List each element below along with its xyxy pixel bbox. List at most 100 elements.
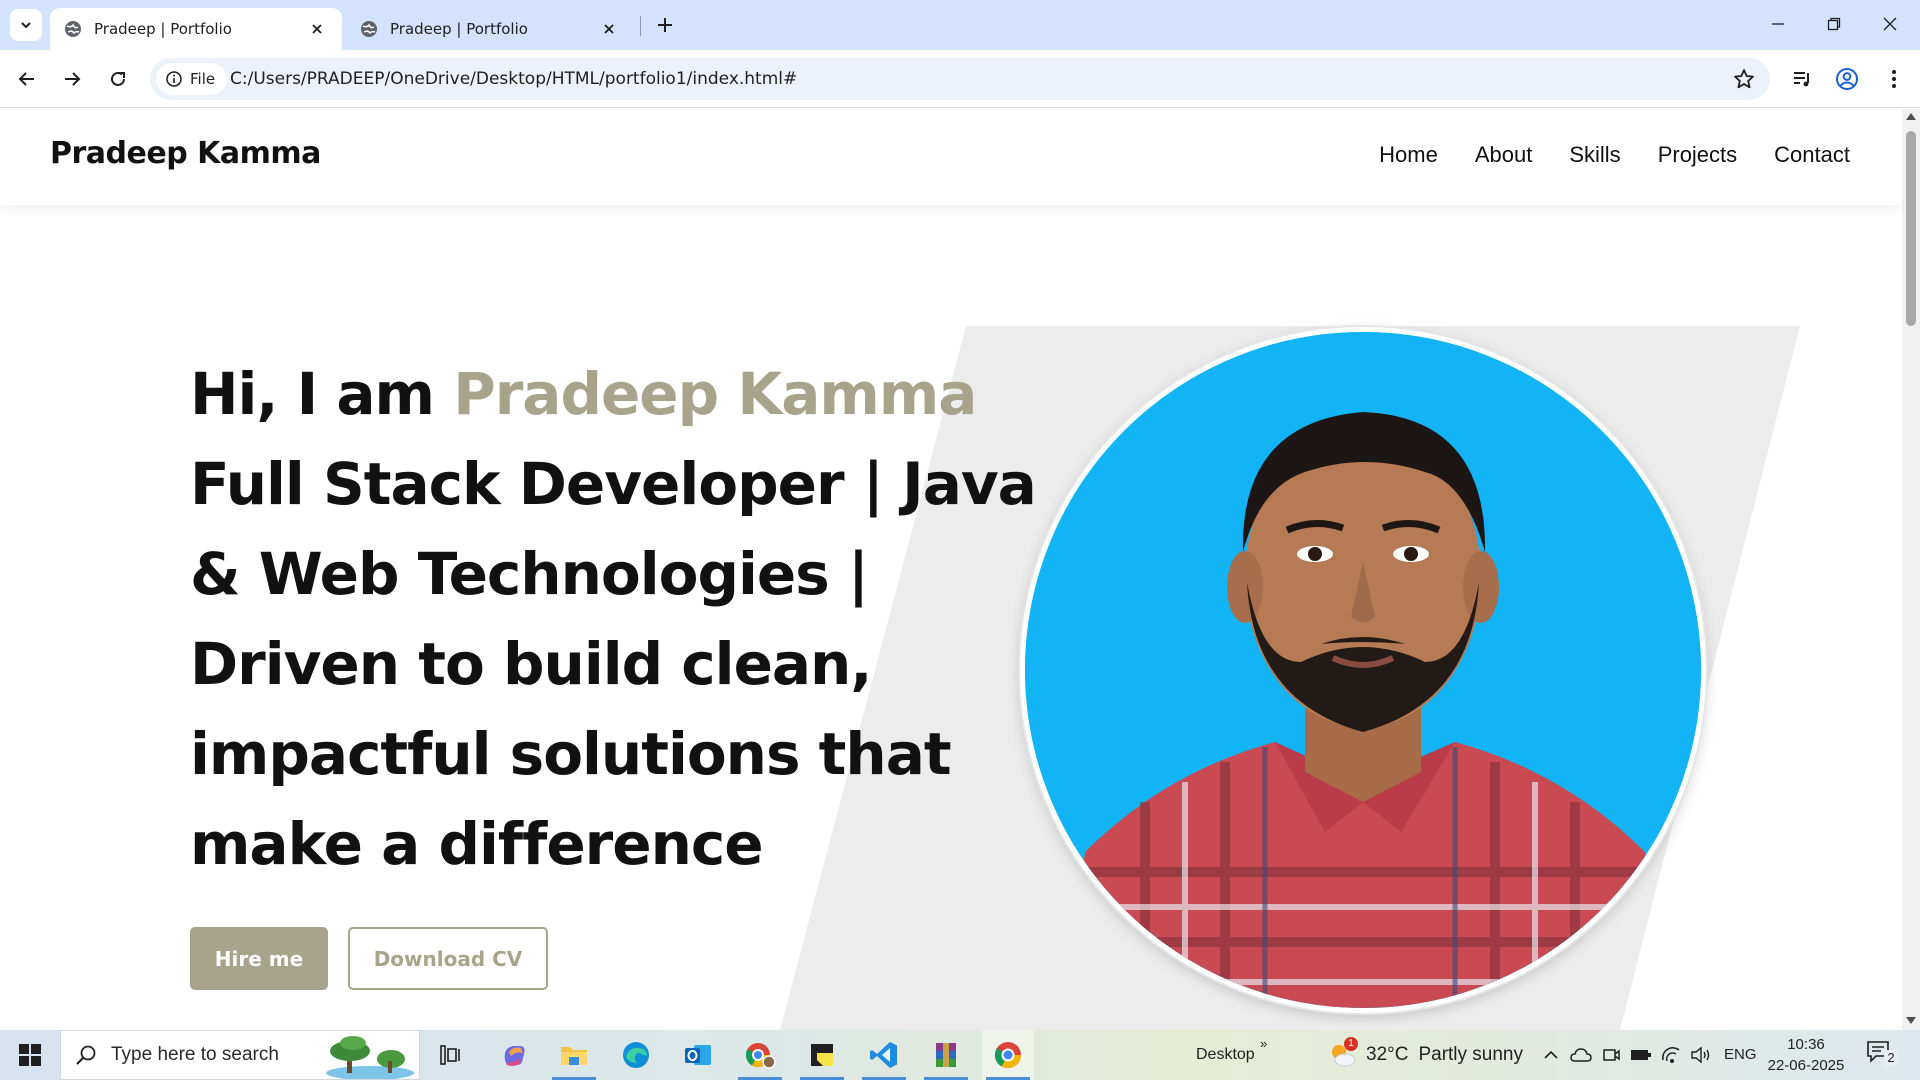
close-icon [1883, 17, 1897, 31]
task-view-button[interactable] [424, 1030, 476, 1080]
new-tab-button[interactable] [650, 10, 680, 40]
scroll-up-arrow-icon[interactable] [1906, 113, 1916, 120]
volume-icon[interactable] [1690, 1044, 1712, 1066]
nav-contact[interactable]: Contact [1774, 142, 1850, 168]
search-placeholder: Type here to search [111, 1044, 279, 1065]
task-view-icon [440, 1045, 460, 1065]
notification-center-button[interactable]: 2 [1866, 1040, 1898, 1070]
tab-search-button[interactable] [10, 9, 42, 41]
chrome-app[interactable] [982, 1030, 1034, 1080]
minimize-icon [1772, 23, 1784, 25]
copilot-app[interactable] [488, 1030, 540, 1080]
hire-me-button[interactable]: Hire me [190, 927, 328, 990]
tab-active[interactable]: Pradeep | Portfolio [50, 8, 342, 50]
globe-icon [64, 20, 82, 38]
meet-now-icon[interactable] [1600, 1044, 1622, 1066]
hero-greeting: Hi, I am [190, 360, 454, 428]
forward-button[interactable] [54, 61, 90, 97]
reload-button[interactable] [100, 61, 136, 97]
back-button[interactable] [9, 61, 45, 97]
chrome-profile-icon [745, 1043, 776, 1069]
restore-button[interactable] [1806, 0, 1862, 48]
site-nav: Home About Skills Projects Contact [1379, 142, 1850, 168]
page-scrollbar[interactable] [1902, 109, 1920, 1030]
tab-title: Pradeep | Portfolio [390, 20, 528, 38]
nav-about[interactable]: About [1475, 142, 1533, 168]
profile-photo [1020, 327, 1706, 1013]
close-window-button[interactable] [1862, 0, 1918, 48]
desktop-toolbar-label[interactable]: Desktop [1196, 1046, 1255, 1064]
tab-inactive[interactable]: Pradeep | Portfolio [346, 8, 634, 50]
weather-alert-badge: 1 [1344, 1037, 1358, 1051]
weather-widget[interactable]: 1 32°C Partly sunny [1328, 1030, 1523, 1080]
playlist-icon [1794, 72, 1809, 87]
edge-icon [623, 1042, 649, 1068]
restore-icon [1827, 17, 1841, 31]
weather-temp: 32°C [1366, 1044, 1409, 1065]
url-text[interactable]: C:/Users/PRADEEP/OneDrive/Desktop/HTML/p… [230, 58, 797, 100]
chrome-icon [994, 1042, 1022, 1069]
desktop-toolbar-chevron[interactable]: » [1260, 1036, 1267, 1051]
hero-line-4: impactful solutions that [190, 720, 952, 788]
nav-projects[interactable]: Projects [1658, 142, 1737, 168]
winrar-app[interactable] [920, 1030, 972, 1080]
onedrive-cloud-icon[interactable] [1570, 1044, 1592, 1066]
file-explorer-app[interactable] [548, 1030, 600, 1080]
hero-line-3: Driven to build clean, [190, 630, 872, 698]
plus-icon [658, 18, 672, 32]
portrait-illustration [1025, 332, 1701, 1008]
browser-toolbar: File C:/Users/PRADEEP/OneDrive/Desktop/H… [0, 50, 1920, 108]
input-language-indicator[interactable]: ENG [1724, 1046, 1757, 1063]
download-cv-button[interactable]: Download CV [348, 927, 548, 990]
hero-line-2: & Web Technologies | [190, 540, 869, 608]
tab-strip: Pradeep | Portfolio Pradeep | Portfolio [0, 0, 1920, 50]
taskbar-clock[interactable]: 10:36 22-06-2025 [1766, 1034, 1846, 1076]
outlook-app[interactable] [672, 1030, 724, 1080]
scroll-thumb[interactable] [1906, 131, 1916, 326]
hero-greeting-line: Hi, I am Pradeep Kamma [190, 349, 1050, 439]
taskbar-search[interactable]: Type here to search [60, 1030, 420, 1080]
start-button[interactable] [0, 1030, 60, 1080]
site-header: Pradeep Kamma Home About Skills Projects… [0, 109, 1902, 205]
chevron-down-icon [21, 22, 31, 29]
search-highlight-illustration [326, 1036, 414, 1079]
site-logo[interactable]: Pradeep Kamma [50, 136, 321, 171]
close-icon[interactable] [598, 18, 620, 40]
sticky-notes-icon [811, 1044, 833, 1066]
clock-time: 10:36 [1787, 1036, 1825, 1053]
browser-menu-button[interactable] [1878, 63, 1910, 95]
hero-line-5: make a difference [190, 810, 764, 878]
kebab-menu-icon [1892, 70, 1896, 88]
vscode-icon [870, 1042, 897, 1068]
vscode-app[interactable] [858, 1030, 910, 1080]
outlook-icon [685, 1045, 711, 1065]
scroll-down-arrow-icon[interactable] [1906, 1017, 1916, 1024]
minimize-button[interactable] [1750, 0, 1806, 48]
weather-sun-cloud-icon: 1 [1328, 1037, 1358, 1070]
reload-icon [111, 71, 125, 86]
arrow-right-icon [65, 72, 81, 86]
nav-skills[interactable]: Skills [1569, 142, 1620, 168]
edge-app[interactable] [610, 1030, 662, 1080]
info-icon [166, 71, 182, 87]
windows-logo-icon [19, 1044, 41, 1066]
close-icon[interactable] [306, 18, 328, 40]
profile-icon [1836, 68, 1858, 90]
chrome-profile-app[interactable] [734, 1030, 786, 1080]
notification-count: 2 [1884, 1050, 1898, 1066]
site-info-chip[interactable]: File [156, 63, 228, 95]
sticky-notes-app[interactable] [796, 1030, 848, 1080]
wifi-icon[interactable] [1660, 1044, 1682, 1066]
tray-overflow-chevron-icon[interactable] [1540, 1044, 1562, 1066]
nav-home[interactable]: Home [1379, 142, 1438, 168]
battery-icon[interactable] [1630, 1044, 1652, 1066]
tab-title: Pradeep | Portfolio [94, 20, 232, 38]
tab-divider [640, 16, 641, 36]
media-controls-button[interactable] [1786, 63, 1818, 95]
hero-name: Pradeep Kamma [453, 360, 977, 428]
bookmark-star-icon[interactable] [1732, 67, 1756, 91]
profile-button[interactable] [1831, 63, 1863, 95]
taskbar: Type here to search Desktop » 1 32°C Par… [0, 1030, 1920, 1080]
clock-date: 22-06-2025 [1767, 1057, 1845, 1074]
address-bar[interactable]: File C:/Users/PRADEEP/OneDrive/Desktop/H… [150, 58, 1770, 100]
